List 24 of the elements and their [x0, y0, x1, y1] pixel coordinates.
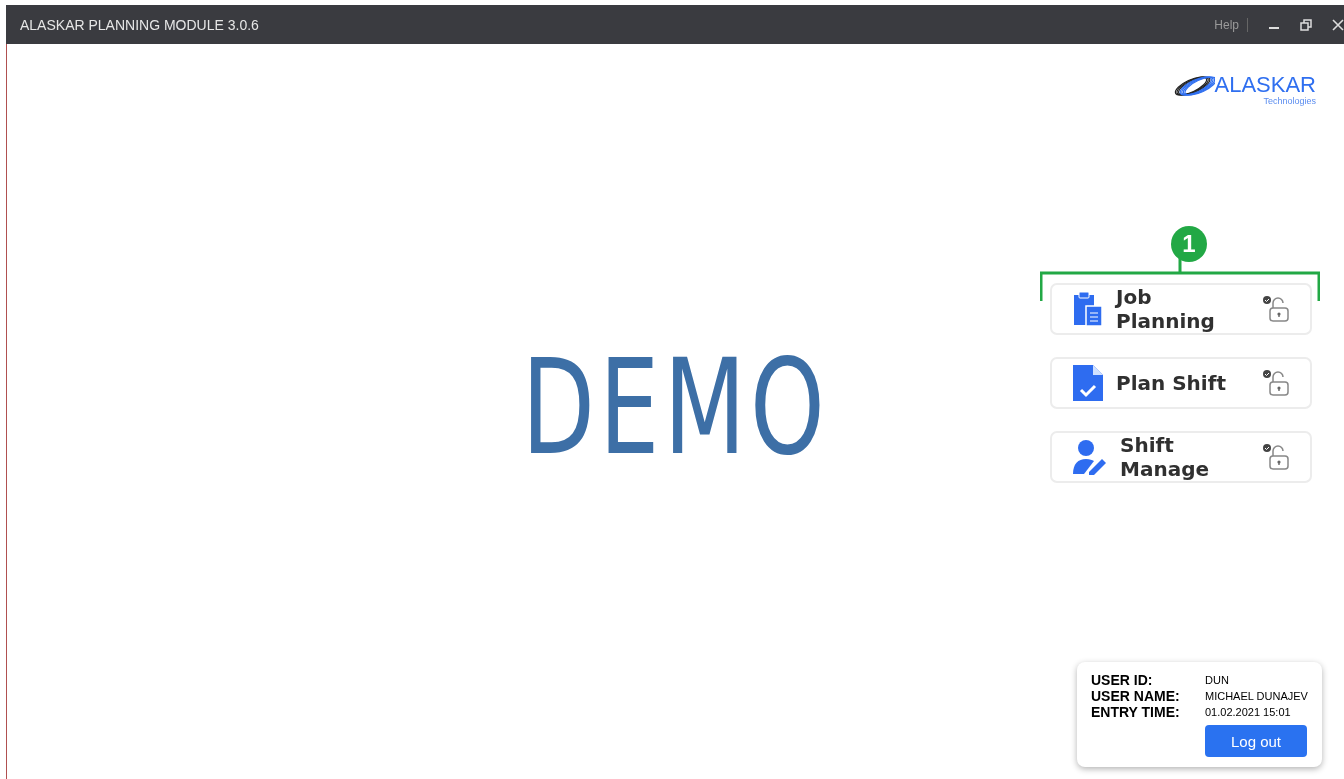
window-title: ALASKAR PLANNING MODULE 3.0.6 — [20, 16, 260, 33]
unlocked-lock-icon — [1262, 369, 1290, 397]
logout-button[interactable]: Log out — [1205, 725, 1307, 757]
module-button[interactable]: Shift Manage — [1050, 431, 1312, 483]
help-link[interactable]: Help — [1214, 17, 1248, 32]
unlocked-lock-icon — [1262, 443, 1290, 471]
logo-tagline: Technologies — [1262, 96, 1316, 106]
module-button[interactable]: Plan Shift — [1050, 357, 1312, 409]
logo-name: ALASKAR — [1214, 74, 1316, 96]
field-value: 01.02.2021 15:01 — [1205, 706, 1292, 718]
document-check-icon — [1072, 364, 1104, 402]
field-label: USER ID: — [1091, 672, 1154, 688]
callout-badge: 1 — [1171, 226, 1207, 262]
unlocked-lock-icon — [1262, 295, 1290, 323]
module-button[interactable]: Job Planning — [1050, 283, 1312, 335]
field-value: MICHAEL DUNAJEV — [1205, 690, 1308, 702]
clipboard-icon — [1072, 291, 1104, 327]
field-label: USER NAME: — [1091, 688, 1181, 704]
user-edit-icon — [1072, 439, 1108, 475]
close-icon[interactable] — [1332, 18, 1344, 31]
restore-icon[interactable] — [1300, 18, 1312, 31]
field-value: DUN — [1205, 674, 1230, 686]
demo-watermark: DEMO — [521, 340, 830, 473]
field-label: ENTRY TIME: — [1091, 704, 1181, 720]
